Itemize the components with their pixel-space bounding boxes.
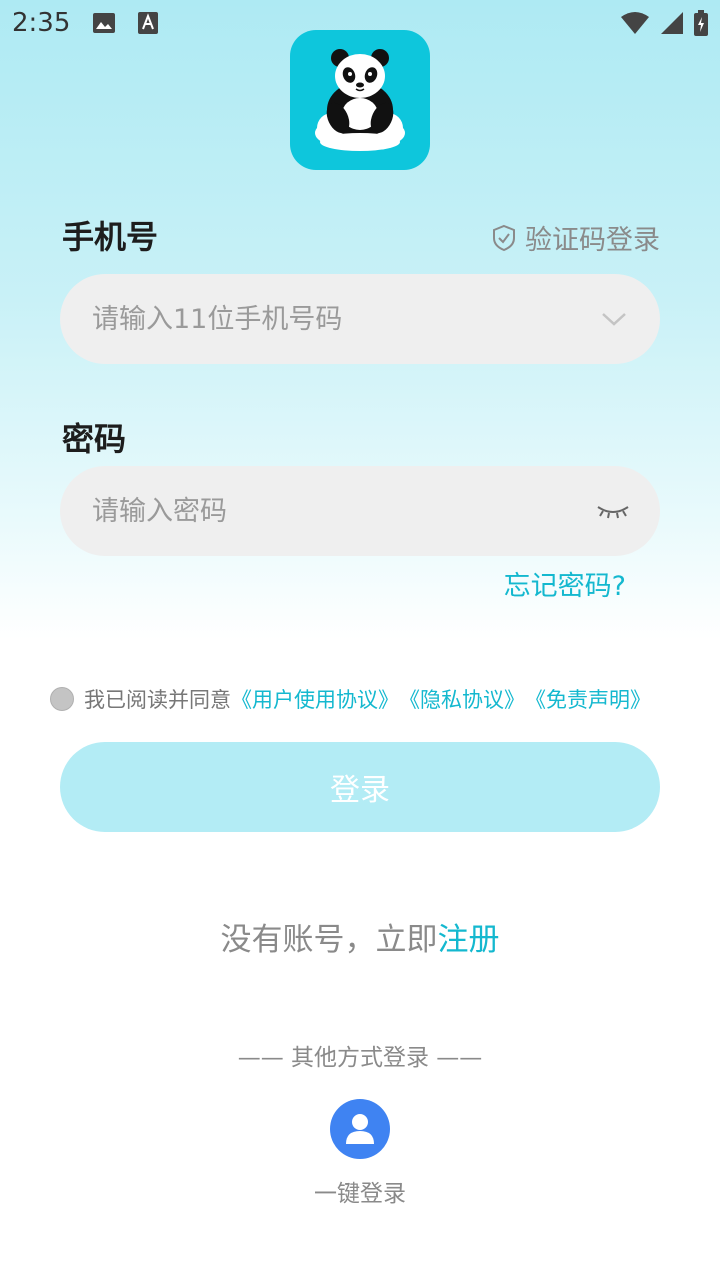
login-button[interactable]: 登录 <box>60 742 660 832</box>
battery-icon <box>694 10 708 36</box>
chevron-down-icon[interactable] <box>600 309 628 329</box>
eye-closed-icon[interactable] <box>596 501 630 521</box>
panda-logo <box>315 49 405 151</box>
phone-input[interactable] <box>90 288 600 350</box>
one-key-login-label[interactable]: 一键登录 <box>0 1174 720 1208</box>
register-link[interactable]: 注册 <box>438 922 500 958</box>
code-login-label: 验证码登录 <box>525 225 660 256</box>
disclaimer-link[interactable]: 《免责声明》 <box>525 684 651 714</box>
password-label: 密码 <box>62 420 127 458</box>
shield-check-icon <box>493 224 515 251</box>
register-prefix: 没有账号，立即 <box>220 922 438 958</box>
one-key-login-button[interactable] <box>330 1099 390 1159</box>
password-input[interactable] <box>90 480 596 542</box>
user-agreement-link[interactable]: 《用户使用协议》 <box>231 684 399 714</box>
forgot-password-link[interactable]: 忘记密码? <box>504 564 626 603</box>
register-row: 没有账号，立即注册 <box>0 914 720 959</box>
status-icons <box>620 10 708 36</box>
agreement-row: 我已阅读并同意 《用户使用协议》 《隐私协议》 《免责声明》 <box>50 684 651 714</box>
signal-icon <box>661 12 683 34</box>
password-field <box>60 466 660 556</box>
status-time: 2:35 <box>12 8 71 38</box>
agreement-radio[interactable] <box>50 687 74 711</box>
phone-label: 手机号 <box>62 218 159 256</box>
code-login-link[interactable]: 验证码登录 <box>491 218 660 257</box>
privacy-link[interactable]: 《隐私协议》 <box>399 684 525 714</box>
a-font-icon <box>138 12 158 34</box>
agreement-prefix: 我已阅读并同意 <box>84 688 231 712</box>
user-icon <box>346 1114 374 1144</box>
other-methods-title: —— 其他方式登录 —— <box>237 1045 483 1071</box>
wifi-icon <box>621 12 649 34</box>
image-icon <box>93 13 115 33</box>
app-logo <box>290 30 430 170</box>
phone-field <box>60 274 660 364</box>
